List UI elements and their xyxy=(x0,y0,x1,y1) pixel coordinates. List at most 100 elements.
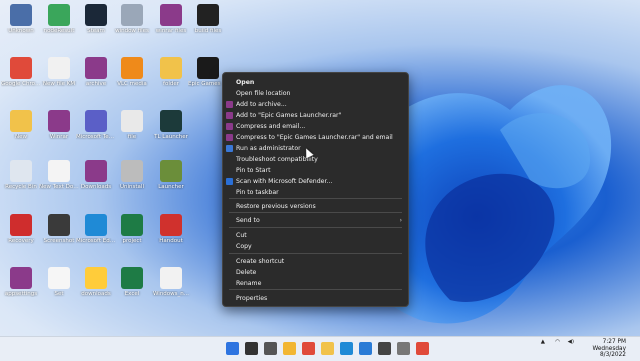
menu-item[interactable]: Compress to "Epic Games Launcher.rar" an… xyxy=(223,132,408,143)
task-view-icon[interactable] xyxy=(264,342,277,355)
desktop-icon[interactable]: Steam xyxy=(77,2,115,44)
desktop-icon[interactable]: Uninstall xyxy=(113,158,151,200)
desktop-icon[interactable]: archive xyxy=(77,55,115,97)
archive-icon xyxy=(85,57,107,79)
taskbar-clock[interactable]: 7:27 PM Wednesday 8/3/2022 xyxy=(592,339,626,359)
settings-icon[interactable] xyxy=(397,342,410,355)
vlc-icon xyxy=(121,57,143,79)
clock-date: 8/3/2022 xyxy=(599,352,626,359)
menu-item[interactable]: Run as administrator xyxy=(223,143,408,154)
windows-start-icon[interactable] xyxy=(226,342,239,355)
desktop-icon-label: Handout xyxy=(159,238,183,244)
document-icon xyxy=(48,267,70,289)
desktop-icon[interactable]: TL Launcher xyxy=(152,108,190,150)
desktop-icon-label: project xyxy=(122,238,142,244)
menu-item[interactable]: Scan with Microsoft Defender... xyxy=(223,176,408,187)
chrome-icon[interactable] xyxy=(302,342,315,355)
menu-item[interactable]: Create shortcut xyxy=(223,256,408,267)
document-icon xyxy=(48,57,70,79)
desktop-icon[interactable]: window files xyxy=(113,2,151,44)
desktop-icon[interactable]: appsettings xyxy=(2,265,40,307)
desktop-icon[interactable]: Google Chrome xyxy=(1,55,41,97)
menu-item[interactable]: Rename xyxy=(223,278,408,289)
menu-separator xyxy=(229,227,402,228)
desktop-icon[interactable]: VLC media xyxy=(113,55,151,97)
desktop-icon[interactable]: downloads xyxy=(77,265,115,307)
desktop-icon[interactable]: Downloads xyxy=(77,158,115,200)
winrar-icon xyxy=(226,134,233,141)
desktop-icon-label: Launcher xyxy=(158,184,184,190)
menu-item[interactable]: Open file location xyxy=(223,88,408,99)
menu-item[interactable]: Copy xyxy=(223,241,408,252)
menu-separator xyxy=(229,289,402,290)
desktop-icon-label: Winrar xyxy=(49,134,69,140)
minecraft-icon xyxy=(160,160,182,182)
menu-item-label: Compress to "Epic Games Launcher.rar" an… xyxy=(236,134,393,141)
winrar-icon xyxy=(226,101,233,108)
desktop-icon-label: downloads xyxy=(81,291,111,297)
folder-icon[interactable] xyxy=(321,342,334,355)
desktop-icon[interactable]: Unknown xyxy=(2,2,40,44)
menu-item-label: Pin to Start xyxy=(236,167,271,174)
desktop-icon-label: Steam xyxy=(87,28,105,34)
desktop-icon[interactable]: file xyxy=(113,108,151,150)
desktop-icon-label: Set xyxy=(54,291,64,297)
chevron-up-icon[interactable]: ▲ xyxy=(541,339,545,345)
desktop-icon[interactable]: folder xyxy=(152,55,190,97)
file-icon xyxy=(48,4,70,26)
chrome-icon xyxy=(10,57,32,79)
desktop-icon[interactable]: Screenshot xyxy=(40,212,78,254)
menu-item-label: Compress and email... xyxy=(236,123,306,130)
desktop-icon[interactable]: nodeResult xyxy=(40,2,78,44)
desktop-icon[interactable]: Windows_n... xyxy=(152,265,190,307)
volume-icon[interactable]: ◀) xyxy=(568,339,574,345)
winrar-icon xyxy=(226,123,233,130)
menu-item[interactable]: Properties xyxy=(223,293,408,304)
menu-item[interactable]: Pin to Start xyxy=(223,165,408,176)
menu-item[interactable]: Open xyxy=(223,77,408,88)
menu-separator xyxy=(229,253,402,254)
desktop-icon[interactable]: New xyxy=(2,108,40,150)
chrome-icon[interactable] xyxy=(416,342,429,355)
archive-icon xyxy=(10,267,32,289)
wifi-icon[interactable]: ◠ xyxy=(555,339,560,345)
desktop-icon-label: Excel xyxy=(124,291,140,297)
desktop-icon[interactable]: Recovery xyxy=(2,212,40,254)
desktop-icon[interactable]: New Text Document xyxy=(39,158,79,200)
menu-item[interactable]: Send to › xyxy=(223,215,408,226)
menu-item[interactable]: Add to "Epic Games Launcher.rar" xyxy=(223,110,408,121)
search-icon[interactable] xyxy=(245,342,258,355)
monitor-icon[interactable] xyxy=(378,342,391,355)
desktop-icon[interactable]: Recycle Bin xyxy=(2,158,40,200)
desktop-icon[interactable]: Handout xyxy=(152,212,190,254)
clock-day: Wednesday xyxy=(592,345,626,352)
menu-item[interactable]: Pin to taskbar xyxy=(223,187,408,198)
excel-icon xyxy=(121,267,143,289)
desktop-icon[interactable]: Excel xyxy=(113,265,151,307)
document-icon xyxy=(48,160,70,182)
desktop-icon-label: Windows_n... xyxy=(152,291,190,297)
desktop-icon[interactable]: project xyxy=(113,212,151,254)
desktop-icon-label: appsettings xyxy=(4,291,38,297)
app-icon xyxy=(10,214,32,236)
desktop-icon[interactable]: Microsoft Teams xyxy=(76,108,116,150)
desktop-icon[interactable]: build files xyxy=(189,2,227,44)
desktop-icon[interactable]: New file KM xyxy=(40,55,78,97)
file-explorer-icon[interactable] xyxy=(283,342,296,355)
desktop-icon[interactable]: winrar files xyxy=(152,2,190,44)
menu-item[interactable]: Add to archive... xyxy=(223,99,408,110)
defender-icon xyxy=(226,178,233,185)
desktop-icon[interactable]: Launcher xyxy=(152,158,190,200)
menu-item[interactable]: Restore previous versions xyxy=(223,201,408,212)
vscode-icon[interactable] xyxy=(359,342,372,355)
edge-icon[interactable] xyxy=(340,342,353,355)
menu-item[interactable]: Delete xyxy=(223,267,408,278)
menu-item[interactable]: Cut xyxy=(223,230,408,241)
desktop-icon[interactable]: Microsoft Edge xyxy=(76,212,116,254)
menu-item[interactable]: Compress and email... xyxy=(223,121,408,132)
menu-item[interactable]: Troubleshoot compatibility xyxy=(223,154,408,165)
document-icon xyxy=(160,267,182,289)
desktop-icon[interactable]: Set xyxy=(40,265,78,307)
desktop-icon[interactable]: Winrar xyxy=(40,108,78,150)
menu-item-label: Add to "Epic Games Launcher.rar" xyxy=(236,112,342,119)
